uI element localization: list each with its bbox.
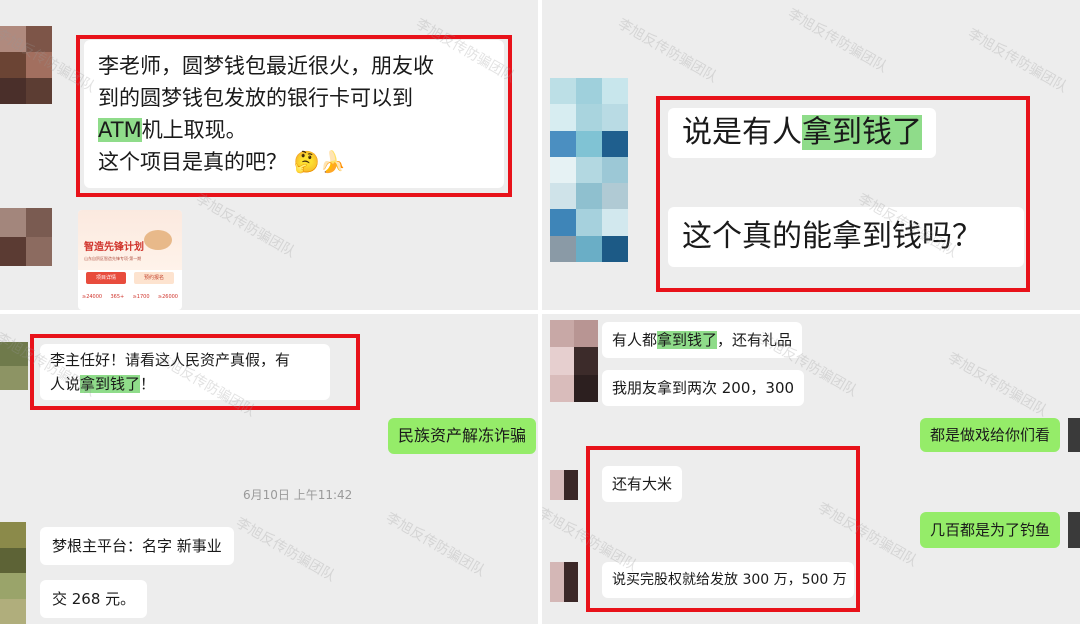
watermark: 李旭反传防骗团队: [785, 5, 890, 76]
pixelated-avatar: [550, 470, 578, 500]
promo-card-image[interactable]: 智造先锋计划 山东自贸区智造先锋专项·第一期 项目详情 预约报名 ≥24000 …: [78, 210, 182, 310]
timestamp: 6月10日 上午11:42: [243, 488, 353, 502]
message-text: 还有大米: [612, 475, 673, 493]
pixelated-avatar: [0, 208, 52, 266]
outgoing-message-bubble: 几百都是为了钓鱼: [920, 512, 1061, 548]
highlight-text: 拿到钱了: [802, 115, 922, 150]
question-line-3: 机上取现。: [141, 118, 247, 142]
avatar: [1068, 418, 1080, 452]
message-bubble: 说买完股权就给发放 300 万，500 万: [602, 562, 854, 598]
message-bubble: 说是有人拿到钱了: [668, 108, 936, 158]
outgoing-message-bubble: 民族资产解冻诈骗: [388, 418, 537, 454]
promo-card-stats: ≥24000 365+ ≥1700 ≥26000: [82, 294, 178, 300]
watermark: 李旭反传防骗团队: [233, 514, 338, 585]
outgoing-message-bubble: 都是做戏给你们看: [920, 418, 1061, 452]
message-bubble: 这个真的能拿到钱吗？: [668, 207, 1024, 267]
chat-screenshot-1: 李老师，圆梦钱包最近很火，朋友收 到的圆梦钱包发放的银行卡可以到 ATM机上取现…: [0, 0, 538, 310]
question-line-4: 这个项目是真的吧？: [98, 150, 287, 174]
watermark: 李旭反传防骗团队: [945, 349, 1050, 420]
message-text: 说是有人: [682, 115, 802, 150]
promo-card-subtitle: 山东自贸区智造先锋专项·第一期: [84, 256, 142, 261]
chat-screenshot-2: 说是有人拿到钱了 这个真的能拿到钱吗？ 李旭反传防骗团队 李旭反传防骗团队 李旭…: [542, 0, 1080, 310]
message-bubble: 我朋友拿到两次 200，300: [602, 370, 805, 406]
message-bubble: 还有大米: [602, 466, 683, 502]
watermark: 李旭反传防骗团队: [193, 190, 298, 261]
message-text: 几百都是为了钓鱼: [930, 521, 1051, 539]
pixelated-avatar: [550, 562, 578, 602]
message-bubble: 交 268 元。: [40, 580, 148, 618]
gold-ingot-icon: [144, 230, 172, 250]
chat-screenshot-4: 有人都拿到钱了，还有礼品 我朋友拿到两次 200，300 都是做戏给你们看 还有…: [542, 314, 1080, 624]
promo-card-button-1[interactable]: 项目详情: [86, 272, 126, 284]
message-text: 有人都: [612, 331, 658, 349]
watermark: 李旭反传防骗团队: [965, 25, 1070, 96]
message-text: 我朋友拿到两次 200，300: [612, 379, 795, 397]
question-line-1: 李老师，圆梦钱包最近很火，朋友收: [98, 54, 434, 78]
message-text: 民族资产解冻诈骗: [398, 426, 527, 445]
pixelated-avatar: [550, 320, 598, 402]
watermark: 李旭反传防骗团队: [383, 509, 488, 580]
promo-card-button-2[interactable]: 预约报名: [134, 272, 174, 284]
message-bubble: 梦根主平台：名字 新事业: [40, 527, 234, 565]
pixelated-avatar: [550, 78, 628, 262]
watermark: 李旭反传防骗团队: [815, 499, 920, 570]
chat-screenshot-3: 李主任好！请看这人民资产真假，有 人说拿到钱了！ 民族资产解冻诈骗 6月10日 …: [0, 314, 538, 624]
question-bubble: 李老师，圆梦钱包最近很火，朋友收 到的圆梦钱包发放的银行卡可以到 ATM机上取现…: [84, 40, 504, 188]
question-line-2: 到的圆梦钱包发放的银行卡可以到: [98, 86, 413, 110]
message-text: 说买完股权就给发放 300 万，500 万: [612, 572, 847, 588]
thinking-emoji: 🤔🍌: [293, 150, 346, 174]
atm-text: ATM: [98, 118, 142, 142]
promo-card-title: 智造先锋计划: [84, 242, 144, 253]
watermark: 李旭反传防骗团队: [615, 15, 720, 86]
avatar: [1068, 512, 1080, 548]
message-text: 都是做戏给你们看: [930, 426, 1051, 444]
message-text: 梦根主平台：名字 新事业: [52, 537, 222, 555]
highlight-text: 拿到钱了: [657, 331, 718, 349]
message-text: 交 268 元。: [52, 590, 136, 608]
pixelated-avatar: [0, 522, 26, 624]
